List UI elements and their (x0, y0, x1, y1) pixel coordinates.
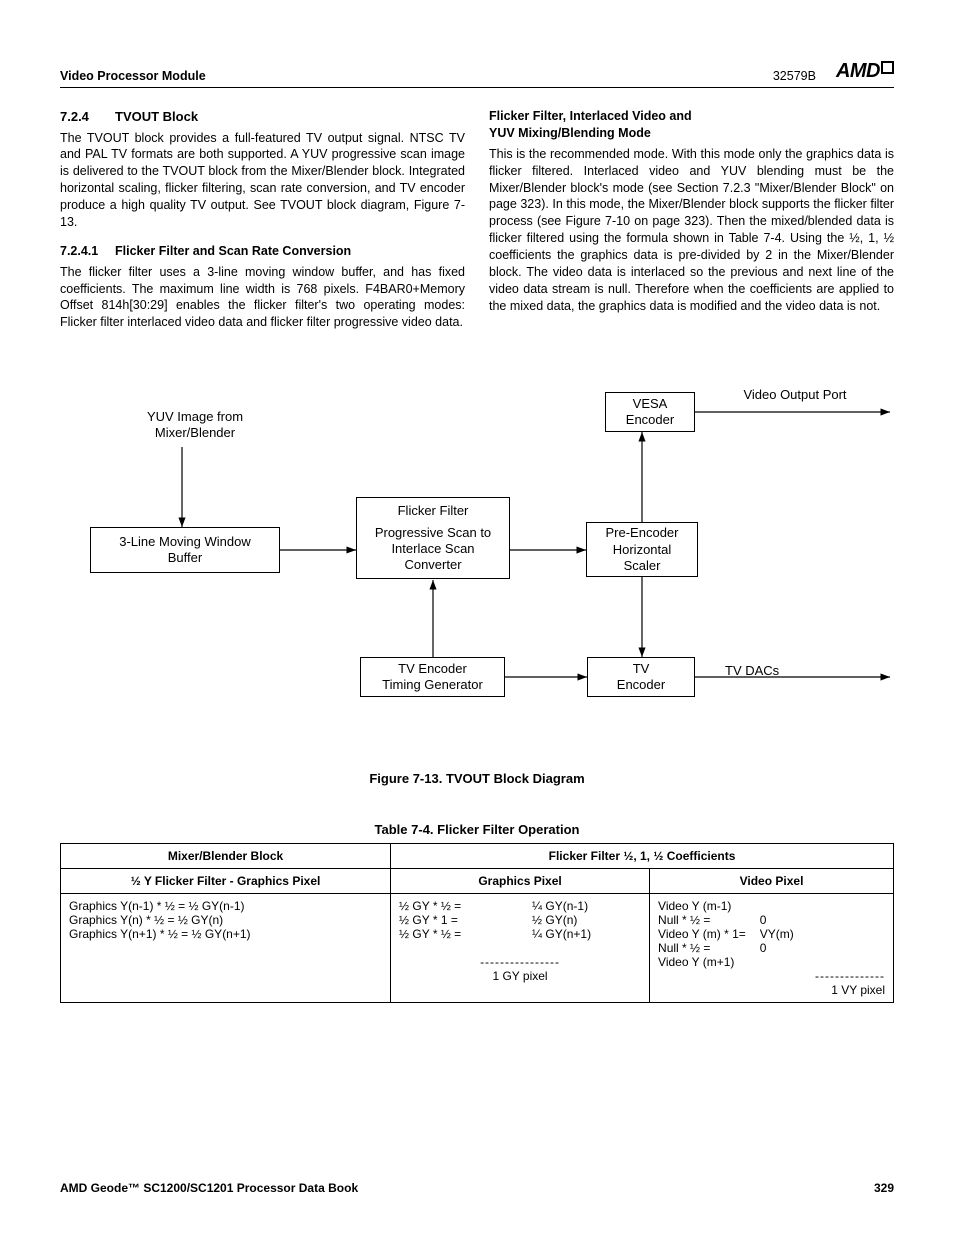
box-pre-encoder-scaler: Pre-Encoder Horizontal Scaler (586, 522, 698, 577)
table-caption: Table 7-4. Flicker Filter Operation (60, 822, 894, 837)
label-yuv-input: YUV Image from Mixer/Blender (120, 409, 270, 442)
body-columns: 7.2.4TVOUT Block The TVOUT block provide… (60, 108, 894, 337)
table-row: Mixer/Blender Block Flicker Filter ½, 1,… (61, 844, 894, 869)
para-mode-desc: This is the recommended mode. With this … (489, 146, 894, 315)
flicker-filter-table: Mixer/Blender Block Flicker Filter ½, 1,… (60, 843, 894, 1003)
figure-caption: Figure 7-13. TVOUT Block Diagram (60, 771, 894, 786)
amd-logo: AMD (836, 60, 894, 83)
label-video-output-port: Video Output Port (725, 387, 865, 403)
header-docnum: 32579B (773, 69, 816, 83)
box-vesa-encoder: VESA Encoder (605, 392, 695, 432)
tvout-block-diagram: YUV Image from Mixer/Blender 3-Line Movi… (60, 367, 894, 747)
box-3line-buffer: 3-Line Moving Window Buffer (90, 527, 280, 573)
page-footer: AMD Geode™ SC1200/SC1201 Processor Data … (60, 1181, 894, 1195)
para-flicker-filter: The flicker filter uses a 3-line moving … (60, 264, 465, 332)
heading-7-2-4-1: 7.2.4.1Flicker Filter and Scan Rate Conv… (60, 243, 465, 260)
cell-mixer-formulas: Graphics Y(n-1) * ½ = ½ GY(n-1) Graphics… (61, 894, 391, 1003)
subheading-mode: Flicker Filter, Interlaced Video and YUV… (489, 108, 894, 142)
heading-7-2-4: 7.2.4TVOUT Block (60, 108, 465, 126)
right-column: Flicker Filter, Interlaced Video and YUV… (489, 108, 894, 337)
left-column: 7.2.4TVOUT Block The TVOUT block provide… (60, 108, 465, 337)
box-timing-generator: TV Encoder Timing Generator (360, 657, 505, 697)
th-video-pixel: Video Pixel (650, 869, 894, 894)
table-row: Graphics Y(n-1) * ½ = ½ GY(n-1) Graphics… (61, 894, 894, 1003)
header-section-title: Video Processor Module (60, 69, 206, 83)
cell-video-pixel: Video Y (m-1) Null * ½ = Video Y (m) * 1… (650, 894, 894, 1003)
table-row: ½ Y Flicker Filter - Graphics Pixel Grap… (61, 869, 894, 894)
th-graphics-pixel: Graphics Pixel (391, 869, 650, 894)
th-half-y: ½ Y Flicker Filter - Graphics Pixel (61, 869, 391, 894)
para-tvout-intro: The TVOUT block provides a full-featured… (60, 130, 465, 231)
page-header: Video Processor Module 32579B AMD (60, 60, 894, 88)
box-flicker-filter: Flicker Filter Progressive Scan to Inter… (356, 497, 510, 579)
cell-graphics-pixel: ½ GY * ½ = ½ GY * 1 = ½ GY * ½ = ¼ GY(n-… (391, 894, 650, 1003)
box-tv-encoder: TV Encoder (587, 657, 695, 697)
th-coefficients: Flicker Filter ½, 1, ½ Coefficients (391, 844, 894, 869)
footer-page-number: 329 (874, 1181, 894, 1195)
label-tv-dacs: TV DACs (725, 663, 825, 679)
th-mixer-blender: Mixer/Blender Block (61, 844, 391, 869)
footer-book-title: AMD Geode™ SC1200/SC1201 Processor Data … (60, 1181, 358, 1195)
